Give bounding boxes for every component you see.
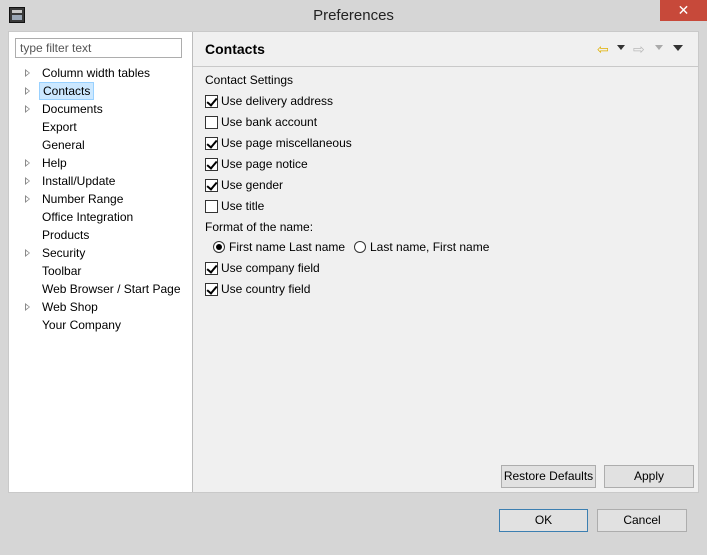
name-format-label: Format of the name: <box>205 220 314 234</box>
checkbox[interactable] <box>205 116 218 129</box>
checkbox-label: Use page notice <box>221 157 308 171</box>
forward-arrow-icon[interactable]: ⇨ <box>633 41 645 57</box>
checkbox-label: Use page miscellaneous <box>221 136 352 150</box>
checkbox-label: Use title <box>221 199 265 213</box>
expand-arrow-icon[interactable] <box>25 195 30 203</box>
checkbox[interactable] <box>205 262 218 275</box>
radio-label: First name Last name <box>229 240 346 254</box>
preference-navigation: Column width tables Contacts Documents E… <box>9 32 192 492</box>
checkbox[interactable] <box>205 200 218 213</box>
expand-arrow-icon[interactable] <box>25 105 30 113</box>
checkbox[interactable] <box>205 158 218 171</box>
expand-arrow-icon[interactable] <box>25 159 30 167</box>
filter-input[interactable] <box>15 38 182 58</box>
back-arrow-icon[interactable]: ⇦ <box>597 41 609 57</box>
tree-item-number-range[interactable]: Number Range <box>9 190 192 208</box>
tree-item-office-integration[interactable]: Office Integration <box>9 208 192 226</box>
checkbox[interactable] <box>205 137 218 150</box>
forward-history-dropdown-icon[interactable] <box>655 45 663 50</box>
checkbox-label: Use country field <box>221 282 311 296</box>
radio-label: Last name, First name <box>370 240 490 254</box>
tree-item-label: Products <box>42 228 90 242</box>
checkbox-label: Use gender <box>221 178 284 192</box>
tree-item-label: Column width tables <box>42 66 151 80</box>
tree-item-label: Web Browser / Start Page <box>42 282 181 296</box>
tree-item-label: Web Shop <box>42 300 98 314</box>
tree-item-contacts[interactable]: Contacts <box>9 82 192 100</box>
title-bar[interactable]: Preferences ✕ <box>0 0 707 31</box>
tree-item-install-update[interactable]: Install/Update <box>9 172 192 190</box>
tree-item-documents[interactable]: Documents <box>9 100 192 118</box>
cancel-button[interactable]: Cancel <box>597 509 687 532</box>
tree-item-web-shop[interactable]: Web Shop <box>9 298 192 316</box>
tree-item-products[interactable]: Products <box>9 226 192 244</box>
expand-arrow-icon[interactable] <box>25 177 30 185</box>
tree-item-label: Toolbar <box>42 264 82 278</box>
history-navigation: ⇦ ⇨ <box>597 40 689 58</box>
tree-item-label: Security <box>42 246 86 260</box>
restore-defaults-button[interactable]: Restore Defaults <box>501 465 596 488</box>
tree-item-toolbar[interactable]: Toolbar <box>9 262 192 280</box>
apply-button[interactable]: Apply <box>604 465 694 488</box>
preferences-window: Preferences ✕ Column width tables Contac… <box>0 0 707 555</box>
expand-arrow-icon[interactable] <box>25 303 30 311</box>
tree-item-export[interactable]: Export <box>9 118 192 136</box>
tree-item-label: Install/Update <box>42 174 116 188</box>
checkbox[interactable] <box>205 95 218 108</box>
tree-item-label: Documents <box>42 102 103 116</box>
back-history-dropdown-icon[interactable] <box>617 45 625 50</box>
tree-item-help[interactable]: Help <box>9 154 192 172</box>
close-button[interactable]: ✕ <box>660 0 707 21</box>
checkbox-label: Use delivery address <box>221 94 334 108</box>
header-divider <box>193 66 698 67</box>
tree-item-label: Your Company <box>42 318 121 332</box>
tree-item-label: Number Range <box>42 192 124 206</box>
window-title: Preferences <box>313 7 394 24</box>
view-menu-icon[interactable] <box>673 45 683 51</box>
tree-item-label: Help <box>42 156 67 170</box>
tree-item-label: Export <box>42 120 77 134</box>
tree-item-your-company[interactable]: Your Company <box>9 316 192 334</box>
tree-item-column-width-tables[interactable]: Column width tables <box>9 64 192 82</box>
expand-arrow-icon[interactable] <box>25 249 30 257</box>
contact-settings-label: Contact Settings <box>205 73 294 87</box>
expand-arrow-icon[interactable] <box>25 87 30 95</box>
page-title: Contacts <box>205 41 265 57</box>
tree-item-label: Contacts <box>39 82 95 100</box>
preference-tree: Column width tables Contacts Documents E… <box>9 64 192 334</box>
tree-item-general[interactable]: General <box>9 136 192 154</box>
checkbox[interactable] <box>205 283 218 296</box>
checkbox[interactable] <box>205 179 218 192</box>
tree-item-security[interactable]: Security <box>9 244 192 262</box>
checkbox-label: Use bank account <box>221 115 318 129</box>
checkbox-label: Use company field <box>221 261 320 275</box>
tree-item-web-browser-start-page[interactable]: Web Browser / Start Page <box>9 280 192 298</box>
dialog-content: Column width tables Contacts Documents E… <box>8 31 699 493</box>
tree-item-label: Office Integration <box>42 210 134 224</box>
radio-button[interactable] <box>213 241 225 253</box>
tree-item-label: General <box>42 138 85 152</box>
ok-button[interactable]: OK <box>499 509 588 532</box>
expand-arrow-icon[interactable] <box>25 69 30 77</box>
radio-button[interactable] <box>354 241 366 253</box>
close-icon: ✕ <box>677 2 690 18</box>
preference-page: Contacts ⇦ ⇨ Contact Settings Use delive… <box>193 32 698 492</box>
